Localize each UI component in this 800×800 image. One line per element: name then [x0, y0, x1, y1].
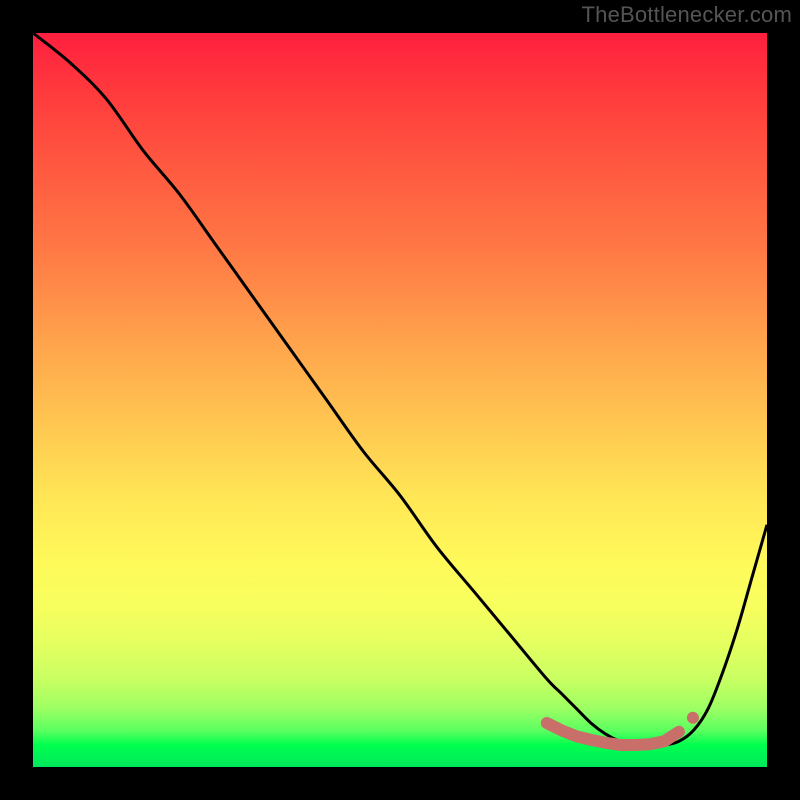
chart-container: TheBottlenecker.com	[0, 0, 800, 800]
highlight-markers	[547, 712, 699, 745]
attribution-text: TheBottlenecker.com	[582, 2, 792, 28]
curve-layer	[33, 33, 767, 767]
plot-area	[33, 33, 767, 767]
highlight-end-dot	[687, 712, 699, 724]
highlight-range-line	[547, 723, 679, 745]
bottleneck-curve-path	[33, 33, 767, 745]
